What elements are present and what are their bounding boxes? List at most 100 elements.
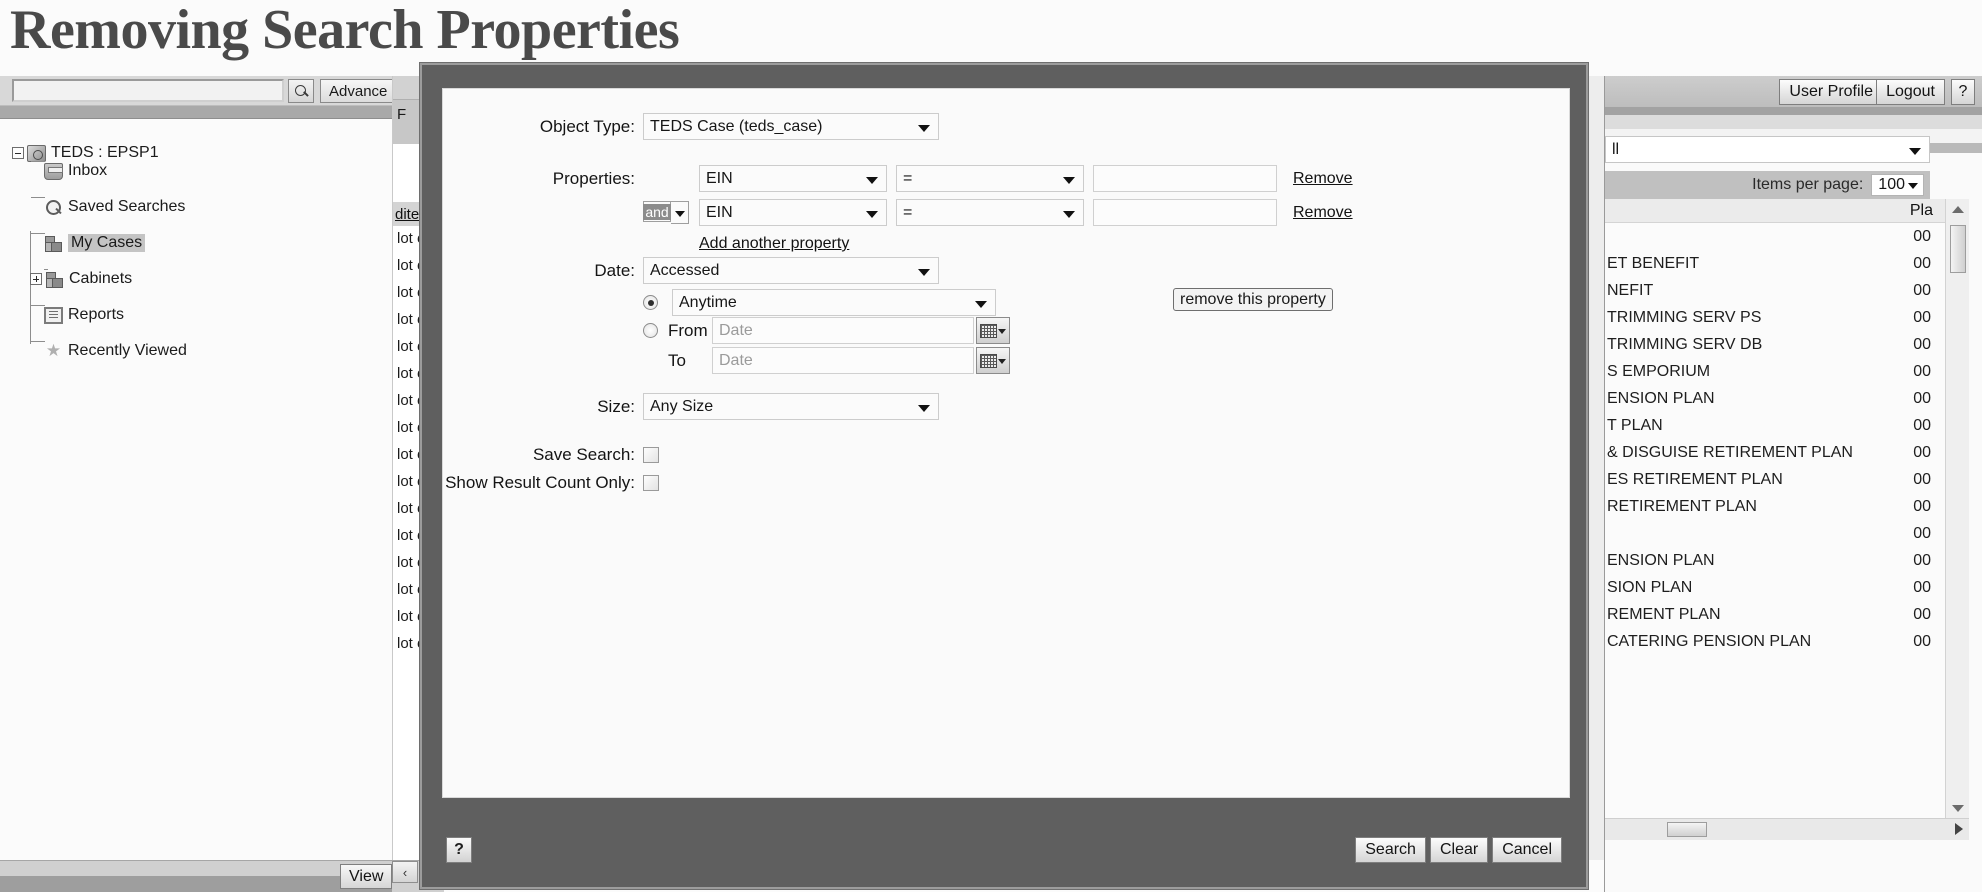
results-list: 00 ET BENEFIT 00 NEFIT 00 TRIMMING SERV … xyxy=(1605,223,1945,818)
row-name: TRIMMING SERV DB xyxy=(1607,336,1762,354)
property-select-2[interactable]: EIN xyxy=(699,199,887,226)
table-row[interactable]: TRIMMING SERV DB 00 xyxy=(1605,331,1945,358)
tree-connector-line xyxy=(31,305,45,306)
date-to-calendar-button[interactable] xyxy=(976,347,1010,374)
tree-collapse-icon[interactable] xyxy=(12,147,24,159)
search-submit-button[interactable]: Search xyxy=(1355,837,1426,863)
date-from-calendar-button[interactable] xyxy=(976,317,1010,344)
date-range-radio[interactable] xyxy=(643,323,658,338)
remove-property-link-2[interactable]: Remove xyxy=(1293,204,1353,222)
sidebar-item-teds-epsp1[interactable]: TEDS : EPSP1 xyxy=(12,143,159,163)
row-value: 00 xyxy=(1913,525,1931,543)
date-to-input[interactable]: Date xyxy=(712,347,974,374)
dialog-help-button[interactable]: ? xyxy=(446,837,472,863)
table-row[interactable]: 00 xyxy=(1605,520,1945,547)
table-row[interactable]: ENSION PLAN 00 xyxy=(1605,385,1945,412)
scrollbar-thumb[interactable] xyxy=(1667,822,1707,837)
date-anytime-row: Anytime xyxy=(643,289,996,316)
items-per-page-bar: Items per page: 100 xyxy=(1605,171,1930,199)
table-row[interactable]: RETIREMENT PLAN 00 xyxy=(1605,493,1945,520)
object-type-select[interactable]: TEDS Case (teds_case) xyxy=(643,113,939,140)
show-result-count-checkbox[interactable] xyxy=(643,475,659,491)
date-from-input[interactable]: Date xyxy=(712,317,974,344)
row-name: REMENT PLAN xyxy=(1607,606,1721,624)
search-input[interactable] xyxy=(12,79,284,102)
size-select[interactable]: Any Size xyxy=(643,393,939,420)
items-per-page-select[interactable]: 100 xyxy=(1871,174,1924,196)
sidebar-item-label: My Cases xyxy=(68,234,145,252)
remove-property-link-1[interactable]: Remove xyxy=(1293,170,1353,188)
filter-select[interactable]: ll xyxy=(1605,136,1930,163)
table-row[interactable]: SION PLAN 00 xyxy=(1605,574,1945,601)
scroll-left-button[interactable]: ‹ xyxy=(392,861,418,883)
date-type-select[interactable]: Accessed xyxy=(643,257,939,284)
table-row[interactable]: & DISGUISE RETIREMENT PLAN 00 xyxy=(1605,439,1945,466)
sidebar-item-inbox[interactable]: Inbox xyxy=(44,161,107,181)
scroll-right-button[interactable] xyxy=(1955,823,1963,835)
conjunction-value-2: and xyxy=(643,204,670,220)
save-search-checkbox[interactable] xyxy=(643,447,659,463)
row-name: RETIREMENT PLAN xyxy=(1607,498,1757,516)
search-button[interactable] xyxy=(288,79,314,103)
chevron-down-icon xyxy=(1909,148,1921,155)
chevron-down-icon xyxy=(1063,177,1075,184)
property-value-input-1[interactable] xyxy=(1093,165,1277,192)
row-name: ES RETIREMENT PLAN xyxy=(1607,471,1783,489)
triangle-up-icon xyxy=(1952,206,1964,213)
table-row[interactable]: TRIMMING SERV PS 00 xyxy=(1605,304,1945,331)
size-label: Size: xyxy=(443,397,635,417)
row-value: 00 xyxy=(1913,579,1931,597)
table-row[interactable]: ENSION PLAN 00 xyxy=(1605,547,1945,574)
results-column-header[interactable]: Pla xyxy=(1605,199,1945,223)
logout-button[interactable]: Logout xyxy=(1876,79,1945,105)
view-button[interactable]: View xyxy=(340,864,392,889)
sidebar-item-saved-searches[interactable]: Saved Searches xyxy=(44,197,185,217)
sidebar-item-label: Saved Searches xyxy=(68,198,185,216)
operator-select-2[interactable]: = xyxy=(896,199,1084,226)
help-button[interactable]: ? xyxy=(1951,79,1975,105)
date-anytime-radio[interactable] xyxy=(643,295,658,310)
object-type-value: TEDS Case (teds_case) xyxy=(650,118,823,136)
sidebar-item-reports[interactable]: Reports xyxy=(44,305,124,325)
add-property-row: Add another property xyxy=(699,235,849,253)
scroll-up-button[interactable] xyxy=(1949,201,1967,217)
scroll-down-button[interactable] xyxy=(1949,800,1967,816)
table-row[interactable]: 00 xyxy=(1605,223,1945,250)
row-name: ET BENEFIT xyxy=(1607,255,1699,273)
table-row[interactable]: ES RETIREMENT PLAN 00 xyxy=(1605,466,1945,493)
property-value-input-2[interactable] xyxy=(1093,199,1277,226)
size-row: Size: Any Size xyxy=(443,393,939,420)
table-row[interactable]: S EMPORIUM 00 xyxy=(1605,358,1945,385)
date-anytime-select[interactable]: Anytime xyxy=(672,289,996,316)
sidebar-item-cabinets[interactable]: Cabinets xyxy=(30,269,132,289)
row-name: NEFIT xyxy=(1607,282,1653,300)
results-horizontal-scrollbar[interactable] xyxy=(1605,818,1969,840)
results-vertical-scrollbar[interactable] xyxy=(1945,199,1969,818)
cancel-button[interactable]: Cancel xyxy=(1492,837,1562,863)
row-value: 00 xyxy=(1913,390,1931,408)
table-row[interactable]: REMENT PLAN 00 xyxy=(1605,601,1945,628)
column-header-label: dite xyxy=(393,206,419,223)
table-row[interactable]: CATERING PENSION PLAN 00 xyxy=(1605,628,1945,655)
sidebar-item-my-cases[interactable]: My Cases xyxy=(44,233,145,253)
conjunction-select-2[interactable]: and xyxy=(643,201,671,222)
right-panel: User Profile Logout ? ll Items per page:… xyxy=(1604,76,1982,892)
table-row[interactable]: T PLAN 00 xyxy=(1605,412,1945,439)
screenshot-root: Removing Search Properties Advance TEDS … xyxy=(0,0,1982,892)
advanced-search-button[interactable]: Advance xyxy=(320,79,396,103)
row-value: 00 xyxy=(1913,417,1931,435)
operator-select-1[interactable]: = xyxy=(896,165,1084,192)
row-name: S EMPORIUM xyxy=(1607,363,1710,381)
date-anytime-value: Anytime xyxy=(679,294,737,312)
user-profile-button[interactable]: User Profile xyxy=(1779,79,1883,105)
property-select-1[interactable]: EIN xyxy=(699,165,887,192)
clear-button[interactable]: Clear xyxy=(1430,837,1488,863)
tree-expand-icon[interactable] xyxy=(30,273,42,285)
sidebar-item-recently-viewed[interactable]: ★ Recently Viewed xyxy=(44,341,187,361)
table-row[interactable]: NEFIT 00 xyxy=(1605,277,1945,304)
table-row[interactable]: ET BENEFIT 00 xyxy=(1605,250,1945,277)
scrollbar-thumb[interactable] xyxy=(1950,225,1966,273)
row-name: TRIMMING SERV PS xyxy=(1607,309,1761,327)
add-another-property-link[interactable]: Add another property xyxy=(699,235,849,253)
conjunction-dropdown-arrow[interactable] xyxy=(671,201,689,224)
